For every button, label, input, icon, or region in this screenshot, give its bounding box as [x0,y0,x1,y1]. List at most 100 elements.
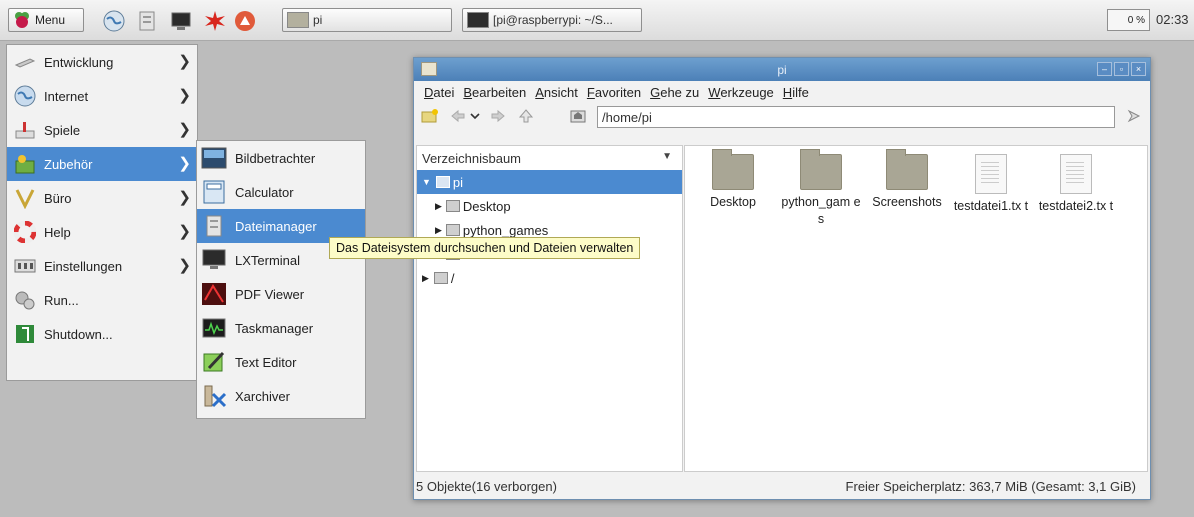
clock[interactable]: 02:33 [1156,12,1189,27]
menu-item-run[interactable]: Run... [7,283,197,317]
pdf-icon [202,283,226,305]
file-manager-quick-icon[interactable] [136,10,158,32]
submenu-item-label: Bildbetrachter [235,150,316,166]
chevron-down-icon[interactable] [470,111,480,121]
submenu-item-label: Xarchiver [235,388,290,404]
games-icon [15,122,35,139]
side-pane: Verzeichnisbaum ▼ ▼ pi ▶ Desktop ▶ pytho… [416,145,683,472]
menu-item-label: Einstellungen [44,258,123,274]
side-pane-selector-label: Verzeichnisbaum [422,150,521,166]
submenu-item-label: Calculator [235,184,294,200]
file-label: testdatei2.tx t [1038,199,1114,213]
home-icon[interactable] [570,108,586,124]
web-browser-icon[interactable] [103,10,125,32]
side-pane-selector[interactable]: Verzeichnisbaum ▼ [417,146,682,170]
title-bar[interactable]: pi – ▫ × [414,58,1150,81]
folder-icon [287,12,309,28]
file-manager-icon [206,215,222,237]
menu-item-label: Büro [44,190,72,206]
path-input[interactable]: /home/pi [597,106,1115,128]
collapsed-icon: ▶ [422,272,429,283]
menu-bar: Datei Bearbeiten Ansicht Favoriten Gehe … [414,81,1150,103]
task-file-manager[interactable]: pi [282,8,452,32]
menu-bearbeiten[interactable]: Bearbeiten [463,85,526,100]
task-terminal[interactable]: [pi@raspberrypi: ~/S... [462,8,642,32]
window-title: pi [777,63,787,77]
file-label: python_gam es [781,195,861,226]
status-object-count: 5 Objekte(16 verborgen) [416,478,557,494]
expanded-icon: ▼ [422,177,431,187]
submenu-item-xarchiver[interactable]: Xarchiver [197,379,365,413]
cpu-monitor[interactable]: 0 % [1107,9,1150,31]
chevron-right-icon: ❯ [178,189,191,206]
menu-item-label: Shutdown... [44,326,113,342]
file-item-screenshots[interactable]: Screenshots [865,149,949,211]
file-label: Screenshots [872,195,942,209]
menu-datei[interactable]: Datei [424,85,454,100]
maximize-button[interactable]: ▫ [1114,62,1129,76]
menu-button[interactable]: Menu [8,8,84,32]
chevron-right-icon: ❯ [178,155,191,172]
submenu-item-calculator[interactable]: Calculator [197,175,365,209]
terminal-quick-icon[interactable] [170,10,192,32]
new-tab-icon[interactable] [420,108,440,124]
math-kernel-icon[interactable] [204,10,226,32]
home-folder-icon [435,176,450,188]
tree-item-pi[interactable]: ▼ pi [417,170,682,194]
submenu-item-label: Dateimanager [235,218,317,234]
file-item-testdatei2[interactable]: testdatei2.tx t [1034,154,1118,215]
text-file-icon [1060,154,1092,194]
menu-item-label: Entwicklung [44,54,114,70]
file-label: testdatei1.tx t [953,199,1029,213]
folder-icon [445,224,460,236]
drive-icon [433,272,448,284]
submenu-item-bildbetrachter[interactable]: Bildbetrachter [197,141,365,175]
accessories-icon [15,155,35,174]
menu-item-help[interactable]: Help ❯ [7,215,197,249]
menu-item-zubehoer[interactable]: Zubehör ❯ [7,147,197,181]
close-button[interactable]: × [1131,62,1146,76]
menu-ansicht[interactable]: Ansicht [535,85,578,100]
menu-item-internet[interactable]: Internet ❯ [7,79,197,113]
menu-gehe-zu[interactable]: Gehe zu [650,85,699,100]
task-manager-icon [202,318,226,338]
menu-item-entwicklung[interactable]: Entwicklung ❯ [7,45,197,79]
menu-werkzeuge[interactable]: Werkzeuge [708,85,774,100]
chevron-right-icon: ❯ [178,121,191,138]
chevron-right-icon: ❯ [178,257,191,274]
menu-item-label: Zubehör [44,156,93,172]
file-item-testdatei1[interactable]: testdatei1.tx t [949,154,1033,215]
collapsed-icon: ▶ [435,224,442,235]
toolbar: /home/pi [414,103,1150,131]
tree-item-desktop[interactable]: ▶ Desktop [417,194,682,218]
status-free-space: Freier Speicherplatz: 363,7 MiB (Gesamt:… [845,478,1136,494]
menu-item-einstellungen[interactable]: Einstellungen ❯ [7,249,197,283]
file-item-desktop[interactable]: Desktop [691,149,775,211]
menu-item-buero[interactable]: Büro ❯ [7,181,197,215]
exit-icon [16,325,34,343]
file-item-python-games[interactable]: python_gam es [779,149,863,228]
menu-hilfe[interactable]: Hilfe [783,85,809,100]
submenu-item-text-editor[interactable]: Text Editor [197,345,365,379]
menu-favoriten[interactable]: Favoriten [587,85,641,100]
back-icon[interactable] [450,109,466,123]
menu-item-label: Spiele [44,122,81,138]
up-icon[interactable] [518,108,534,124]
tree-item-root[interactable]: ▶ / [417,266,682,290]
image-viewer-icon [201,147,227,169]
chevron-right-icon: ❯ [178,87,191,104]
menu-item-label: Internet [44,88,89,104]
wolfram-icon[interactable] [234,10,256,32]
submenu-item-pdf-viewer[interactable]: PDF Viewer [197,277,365,311]
file-list-pane: Desktop python_gam es Screenshots testda… [684,145,1148,472]
menu-item-shutdown[interactable]: Shutdown... [7,317,197,351]
folder-icon [800,149,842,190]
menu-item-label: Help [44,224,71,240]
minimize-button[interactable]: – [1097,62,1112,76]
jump-icon[interactable] [1126,108,1142,124]
menu-item-spiele[interactable]: Spiele ❯ [7,113,197,147]
forward-icon[interactable] [490,109,506,123]
submenu-item-taskmanager[interactable]: Taskmanager [197,311,365,345]
tree-item-label: python_games [462,222,549,238]
tree-item-label: Desktop [462,198,511,214]
